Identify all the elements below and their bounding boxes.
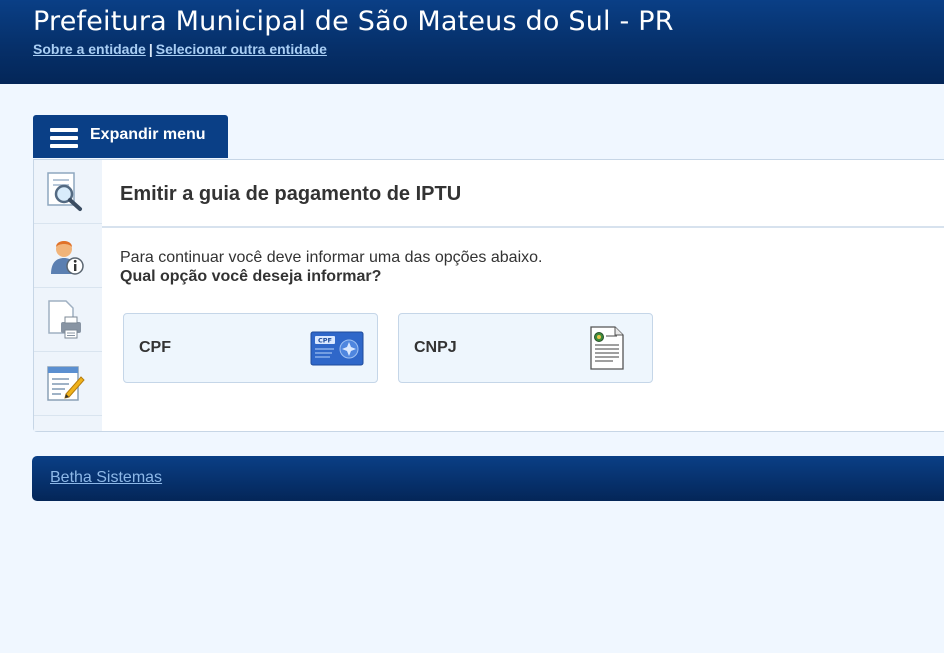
hamburger-icon (50, 128, 78, 148)
sidebar-item-edit[interactable] (34, 352, 102, 416)
header-bar: Prefeitura Municipal de São Mateus do Su… (0, 0, 944, 84)
expand-menu-button[interactable]: Expandir menu (33, 115, 228, 158)
edit-form-icon (47, 366, 85, 401)
cnpj-document-icon (590, 326, 624, 370)
header-links: Sobre a entidade | Selecionar outra entida… (33, 41, 327, 57)
sidebar-item-print[interactable] (34, 288, 102, 352)
main-panel: Emitir a guia de pagamento de IPTU Para … (33, 159, 944, 432)
link-separator: | (148, 41, 153, 57)
instruction-text: Para continuar você deve informar uma da… (120, 249, 543, 266)
print-document-icon (48, 300, 81, 339)
option-cnpj-button[interactable]: CNPJ (398, 313, 653, 383)
sidebar-item-search[interactable] (34, 160, 102, 224)
question-text: Qual opção você deseja informar? (120, 268, 382, 285)
cpf-card-icon: CPF (310, 331, 364, 366)
page-title: Emitir a guia de pagamento de IPTU (120, 183, 462, 205)
select-other-entity-link[interactable]: Selecionar outra entidade (156, 41, 327, 57)
title-divider (102, 226, 944, 228)
expand-menu-label: Expandir menu (90, 126, 206, 143)
sidebar (34, 160, 102, 431)
entity-title: Prefeitura Municipal de São Mateus do Su… (33, 6, 674, 37)
search-document-icon (47, 172, 82, 211)
option-cnpj-label: CNPJ (414, 339, 457, 356)
footer-bar: Betha Sistemas (32, 456, 944, 501)
option-cpf-button[interactable]: CPF CPF (123, 313, 378, 383)
sidebar-item-user-info[interactable] (34, 224, 102, 288)
about-entity-link[interactable]: Sobre a entidade (33, 41, 146, 57)
cpf-card-text: CPF (318, 337, 332, 345)
betha-sistemas-link[interactable]: Betha Sistemas (50, 469, 162, 487)
user-info-icon (51, 241, 84, 275)
option-cpf-label: CPF (139, 339, 171, 356)
